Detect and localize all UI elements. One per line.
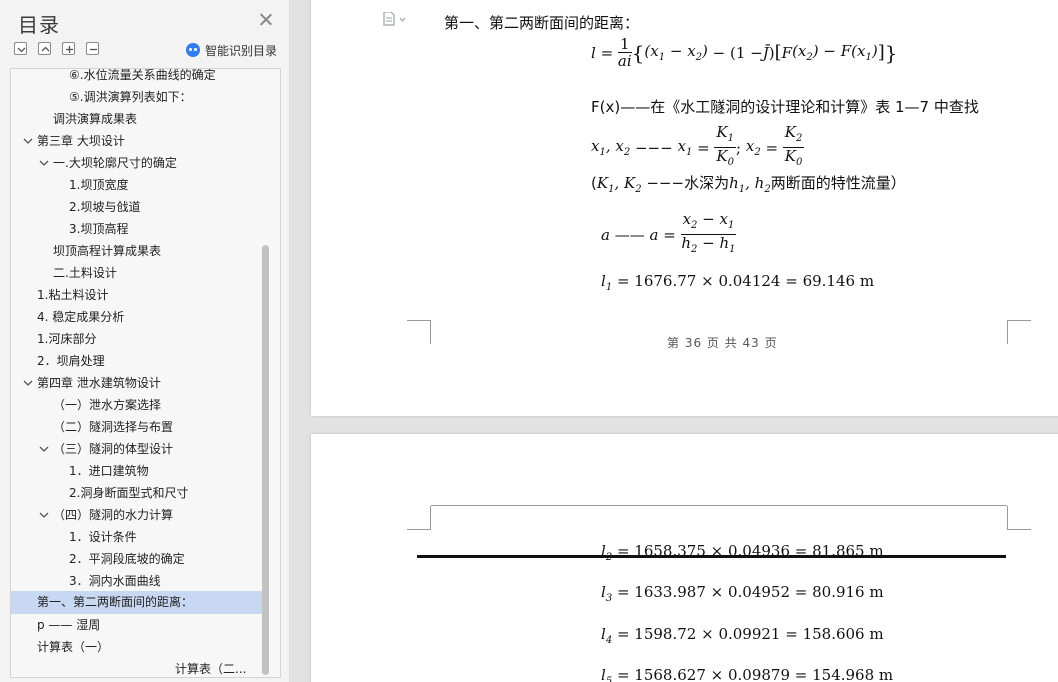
distance-formula: l = 1 ai { (x1 − x2) − (1 − J̄) [F (x2) − … [591,35,898,70]
toc-item[interactable]: 4. 稳定成果分析 [11,306,263,328]
document-area: 第一、第二两断面间的距离： l = 1 ai { (x1 − x2) − (1 −… [291,0,1058,682]
toc-item[interactable]: 1.粘土料设计 [11,284,263,306]
l2-result: l2 = 1658.375 × 0.04936 = 81.865 m [601,542,884,563]
toc-item[interactable]: 1．设计条件 [11,526,263,548]
toc-item[interactable]: 第三章 大坝设计 [11,130,263,152]
crop-mark [1007,320,1031,344]
horizontal-rule [417,555,1006,558]
toc-item[interactable]: 一.大坝轮廓尺寸的确定 [11,152,263,174]
crop-mark [1007,506,1031,530]
toc-item[interactable]: 第四章 泄水建筑物设计 [11,372,263,394]
toc-item[interactable]: 2.洞身断面型式和尺寸 [11,482,263,504]
toc-item[interactable]: 3.坝顶高程 [11,218,263,240]
toc-item[interactable]: 1.河床部分 [11,328,263,350]
page: l2 = 1658.375 × 0.04936 = 81.865 m l3 = … [311,434,1058,682]
toc-item[interactable]: 2．平洞段底坡的确定 [11,548,263,570]
a-definition-formula: a —— a = x2 − x1 h2 − h1 [601,210,737,255]
expand-all-icon[interactable] [14,42,27,55]
add-heading-icon[interactable] [62,42,75,55]
ai-icon [186,43,200,57]
toc-item[interactable]: （四）隧洞的水力计算 [11,504,263,526]
collapse-all-icon[interactable] [38,42,51,55]
toc-item[interactable]: （一）泄水方案选择 [11,394,263,416]
toc-item[interactable]: 2．坝肩处理 [11,350,263,372]
fx-description: F(x)——在《水工隧洞的设计理论和计算》表 1—7 中查找 [591,98,979,116]
toc-item[interactable]: （二）隧洞选择与布置 [11,416,263,438]
toc-item[interactable]: ⑥.水位流量关系曲线的确定 [11,69,263,86]
toc-title: 目录 [18,13,60,37]
toc-item[interactable]: 1.坝顶宽度 [11,174,263,196]
crop-mark [407,506,431,530]
chevron-down-icon[interactable] [39,511,49,519]
toc-sidebar: 目录 智能识别目录 ⑥.水位流量关系曲线的确定 ⑤.调洪演算列表如下： 调洪演算… [0,0,290,682]
l3-result: l3 = 1633.987 × 0.04952 = 80.916 m [601,583,884,604]
toc-item-selected[interactable]: 第一、第二两断面间的距离： [11,591,263,614]
toc-item[interactable]: 计算表（一） [11,636,263,658]
toc-item[interactable]: p —— 湿周 [11,614,263,636]
section-heading: 第一、第二两断面间的距离： [444,14,640,32]
l1-result: l1 = 1676.77 × 0.04124 = 69.146 m [601,272,875,293]
x-definition-formula: x1, x2 −−− x1 = K1 K0 ; x2 = K2 K0 [591,123,805,168]
document-icon[interactable] [383,12,409,26]
toc-item[interactable]: 2.坝坡与戗道 [11,196,263,218]
l5-result: l5 = 1568.627 × 0.09879 = 154.968 m [601,666,894,682]
header-line [431,505,1007,506]
chevron-down-icon[interactable] [39,445,49,453]
smart-toc-button[interactable]: 智能识别目录 [186,41,277,59]
k-definition: ( K1, K2 −−− 水深为 h1, h2 两断面的特性流量） [591,174,906,195]
toc-list: ⑥.水位流量关系曲线的确定 ⑤.调洪演算列表如下： 调洪演算成果表 第三章 大坝… [10,68,281,678]
toc-scrollbar[interactable] [262,245,269,675]
close-icon[interactable] [257,11,275,29]
toc-item[interactable]: 调洪演算成果表 [11,108,263,130]
chevron-down-icon[interactable] [23,379,33,387]
l4-result: l4 = 1598.72 × 0.09921 = 158.606 m [601,625,884,646]
toc-item[interactable]: 计算表（二... [11,658,263,677]
toc-item[interactable]: 二.土料设计 [11,262,263,284]
page-number: 第 36 页 共 43 页 [667,336,778,350]
toc-item[interactable]: 坝顶高程计算成果表 [11,240,263,262]
chevron-down-icon[interactable] [23,137,33,145]
toc-item[interactable]: ⑤.调洪演算列表如下： [11,86,263,108]
toc-item[interactable]: 1．进口建筑物 [11,460,263,482]
page: 第一、第二两断面间的距离： l = 1 ai { (x1 − x2) − (1 −… [311,0,1058,416]
crop-mark [407,320,431,344]
toc-item[interactable]: （三）隧洞的体型设计 [11,438,263,460]
toc-item[interactable]: 3．洞内水面曲线 [11,570,263,592]
chevron-down-icon[interactable] [39,159,49,167]
smart-toc-label: 智能识别目录 [205,43,278,58]
remove-heading-icon[interactable] [86,42,99,55]
